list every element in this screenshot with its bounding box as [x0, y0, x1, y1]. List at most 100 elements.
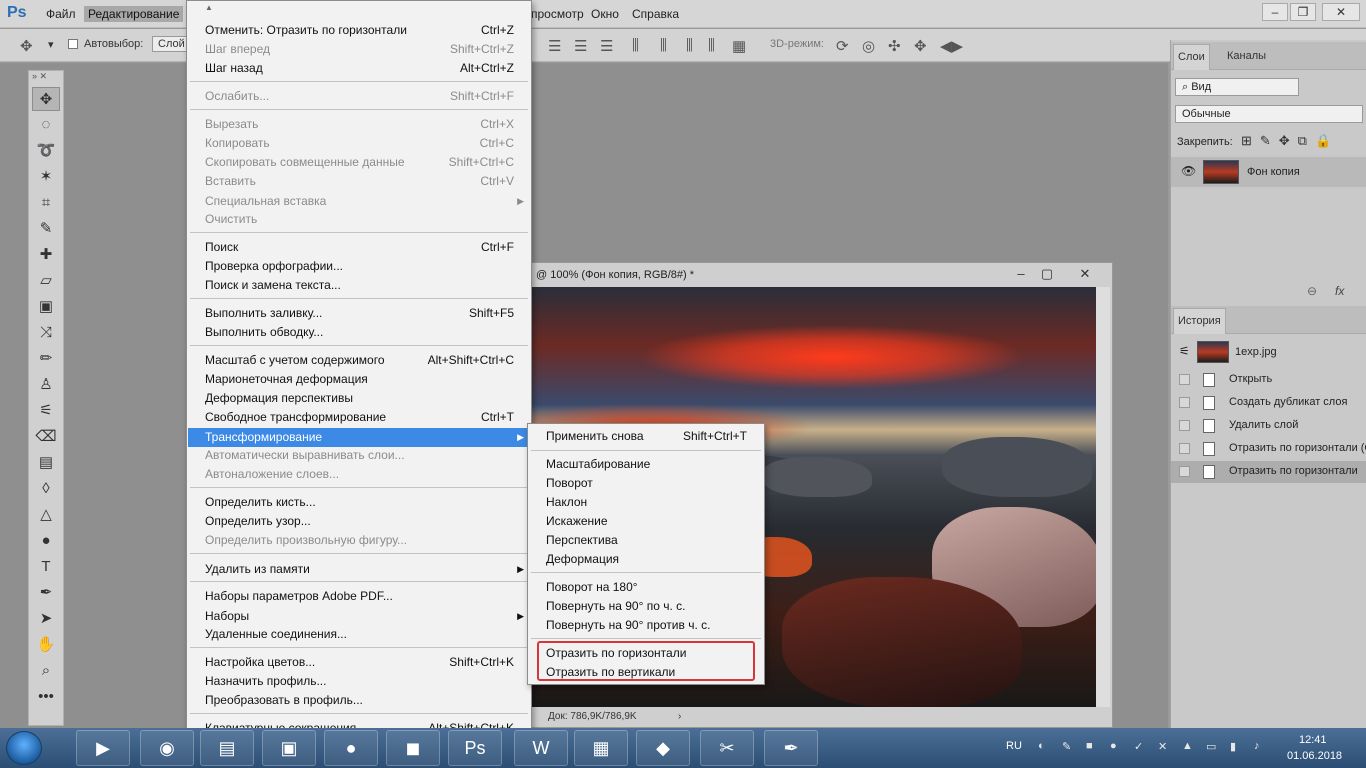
fx-icon[interactable]: fx — [1335, 284, 1344, 298]
tab-channels[interactable]: Каналы — [1223, 48, 1270, 64]
snipping-tool-icon[interactable]: ✂ — [700, 730, 754, 766]
menu-item-transform[interactable]: Трансформирование ▶ — [188, 428, 530, 447]
media-player-icon[interactable]: ▶ — [76, 730, 130, 766]
menu-item-color-settings[interactable]: Настройка цветов... Shift+Ctrl+K — [188, 653, 530, 672]
history-checkbox[interactable] — [1179, 466, 1190, 477]
3d-rotate-icon[interactable]: ⟳ — [836, 37, 849, 55]
link-layers-icon[interactable]: ⊖ — [1307, 284, 1317, 298]
dodge-tool[interactable]: ● — [32, 529, 60, 553]
tray-icon[interactable]: ▭ — [1206, 740, 1220, 754]
art-brush-tool[interactable]: ⚟ — [32, 399, 60, 423]
blur-tool[interactable]: ◊ — [32, 477, 60, 501]
menu-item-fill[interactable]: Выполнить заливку... Shift+F5 — [188, 304, 530, 323]
history-item[interactable]: Отразить по горизонтали (Со — [1171, 438, 1366, 460]
type-tool[interactable]: T — [32, 555, 60, 579]
align-bottom-icon[interactable]: ☰ — [600, 37, 613, 55]
menu-item-search[interactable]: Поиск Ctrl+F — [188, 238, 530, 257]
maximize-icon[interactable]: ❐ — [1290, 3, 1316, 21]
distribute-left-icon[interactable]: ⫼ — [708, 37, 715, 54]
menu-item-stroke[interactable]: Выполнить обводку... — [188, 323, 530, 342]
submenu-item-again[interactable]: Применить снова Shift+Ctrl+T — [529, 427, 763, 446]
close-icon[interactable]: ✕ — [1322, 3, 1360, 21]
sharpen-tool[interactable]: △ — [32, 503, 60, 527]
menu-item-auto-blend[interactable]: Автоналожение слоев... — [188, 465, 530, 484]
auto-align-icon[interactable]: ▦ — [732, 37, 746, 55]
menu-edit[interactable]: Редактирование — [84, 6, 184, 22]
feather-icon[interactable]: ✒ — [764, 730, 818, 766]
submenu-item-rotate[interactable]: Поворот — [529, 474, 763, 493]
move-tool[interactable]: ✥ — [32, 87, 60, 111]
menu-item-puppet-warp[interactable]: Марионеточная деформация — [188, 370, 530, 389]
submenu-item-distort[interactable]: Искажение — [529, 512, 763, 531]
submenu-item-skew[interactable]: Наклон — [529, 493, 763, 512]
word-icon[interactable]: W — [514, 730, 568, 766]
tab-history[interactable]: История — [1173, 308, 1226, 334]
blend-mode-select[interactable]: Обычные — [1175, 105, 1363, 123]
submenu-item-rotate-90-cw[interactable]: Повернуть на 90° по ч. с. — [529, 597, 763, 616]
distribute-middle-icon[interactable]: ⫼ — [660, 37, 667, 54]
history-checkbox[interactable] — [1179, 443, 1190, 454]
tray-icon[interactable]: ◐ — [1038, 740, 1052, 754]
menu-item-free-transform[interactable]: Свободное трансформирование Ctrl+T — [188, 408, 530, 427]
crop-tool[interactable]: ⌗ — [32, 191, 60, 215]
menu-item-auto-align[interactable]: Автоматически выравнивать слои... — [188, 446, 530, 465]
history-item[interactable]: Создать дубликат слоя — [1171, 392, 1366, 414]
language-indicator[interactable]: RU — [1006, 740, 1022, 752]
menu-item-presets[interactable]: Наборы ▶ — [188, 607, 530, 626]
toolbox-collapse-icon[interactable]: » ✕ — [29, 71, 63, 85]
submenu-item-rotate-90-ccw[interactable]: Повернуть на 90° против ч. с. — [529, 616, 763, 635]
history-item[interactable]: Открыть — [1171, 369, 1366, 391]
menu-item-copy[interactable]: Копировать Ctrl+C — [188, 134, 530, 153]
menu-item-find-replace[interactable]: Поиск и замена текста... — [188, 276, 530, 295]
eye-icon[interactable]: 👁 — [1181, 164, 1196, 178]
magic-wand-tool[interactable]: ✶ — [32, 165, 60, 189]
menu-item-assign-profile[interactable]: Назначить профиль... — [188, 672, 530, 691]
history-brush-tool[interactable]: ⤨ — [32, 321, 60, 345]
chrome-icon[interactable]: ◉ — [140, 730, 194, 766]
gradient-tool[interactable]: ▤ — [32, 451, 60, 475]
menu-item-perspective-warp[interactable]: Деформация перспективы — [188, 389, 530, 408]
lasso-tool[interactable]: ➰ — [32, 139, 60, 163]
healing-brush-tool[interactable]: ✚ — [32, 243, 60, 267]
3d-roll-icon[interactable]: ◎ — [862, 37, 875, 55]
status-arrow-icon[interactable]: › — [678, 711, 681, 722]
menu-file[interactable]: Файл — [42, 6, 80, 22]
brush-tool[interactable]: ✏ — [32, 347, 60, 371]
app-icon[interactable]: ◼ — [386, 730, 440, 766]
menu-item-cut[interactable]: Вырезать Ctrl+X — [188, 115, 530, 134]
menu-item-step-backward[interactable]: Шаг назад Alt+Ctrl+Z — [188, 59, 530, 78]
tray-icon[interactable]: ✓ — [1134, 740, 1148, 754]
distribute-top-icon[interactable]: ⫼ — [632, 37, 639, 54]
autoselect-target-select[interactable]: Слой — [152, 36, 191, 52]
menu-item-define-pattern[interactable]: Определить узор... — [188, 512, 530, 531]
start-button[interactable] — [6, 731, 42, 765]
stamp-tool[interactable]: ▣ — [32, 295, 60, 319]
menu-item-pdf-presets[interactable]: Наборы параметров Adobe PDF... — [188, 587, 530, 606]
menu-item-undo[interactable]: Отменить: Отразить по горизонтали Ctrl+Z — [188, 21, 530, 40]
menu-item-purge[interactable]: Удалить из памяти ▶ — [188, 560, 530, 579]
clone-stamp-tool[interactable]: ♙ — [32, 373, 60, 397]
app-icon[interactable]: ● — [324, 730, 378, 766]
history-checkbox[interactable] — [1179, 374, 1190, 385]
submenu-item-scale[interactable]: Масштабирование — [529, 455, 763, 474]
zoom-tool[interactable]: ⌕ — [32, 659, 60, 683]
submenu-item-rotate-180[interactable]: Поворот на 180° — [529, 578, 763, 597]
history-item-selected[interactable]: Отразить по горизонтали — [1171, 461, 1366, 483]
menu-item-spellcheck[interactable]: Проверка орфографии... — [188, 257, 530, 276]
align-top-icon[interactable]: ☰ — [548, 37, 561, 55]
more-tools-icon[interactable]: ••• — [32, 685, 60, 709]
app-icon[interactable]: ▣ — [262, 730, 316, 766]
photoshop-taskbar-icon[interactable]: Ps — [448, 730, 502, 766]
menu-help[interactable]: Справка — [628, 6, 683, 22]
explorer-icon[interactable]: ▤ — [200, 730, 254, 766]
history-snapshot[interactable]: ⚟ 1exp.jpg — [1171, 338, 1366, 366]
eyedropper-tool[interactable]: ✎ — [32, 217, 60, 241]
3d-scale-icon[interactable]: ◀▶ — [940, 37, 963, 55]
menu-item-remote-connections[interactable]: Удаленные соединения... — [188, 625, 530, 644]
history-checkbox[interactable] — [1179, 420, 1190, 431]
submenu-item-warp[interactable]: Деформация — [529, 550, 763, 569]
distribute-bottom-icon[interactable]: ⫼ — [686, 37, 693, 54]
eraser-tool[interactable]: ⌫ — [32, 425, 60, 449]
submenu-item-perspective[interactable]: Перспектива — [529, 531, 763, 550]
autoselect-checkbox[interactable] — [68, 39, 78, 49]
